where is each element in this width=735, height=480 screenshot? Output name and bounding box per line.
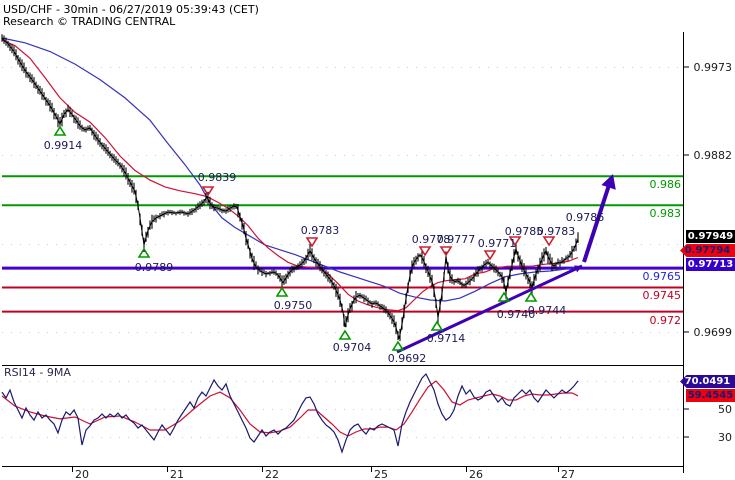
price-badge: 70.0491 — [680, 375, 735, 388]
rsi-panel-title: RSI14 - 9MA — [4, 366, 71, 379]
level-label: 0.9745 — [642, 289, 682, 303]
x-axis-label: 22 — [265, 468, 279, 480]
pivot-marker-down — [542, 236, 556, 247]
pivot-marker-up — [338, 329, 352, 340]
price-annotation: 0.9839 — [197, 171, 237, 184]
price-annotation: 0.9783 — [300, 224, 340, 237]
level-label: 0.986 — [649, 178, 682, 192]
price-annotation: 0.9789 — [134, 261, 174, 274]
pivot-marker-up — [497, 291, 511, 302]
x-axis-label: 25 — [374, 468, 388, 480]
chart-source: Research © TRADING CENTRAL — [3, 15, 176, 28]
price-annotation: 0.9750 — [273, 299, 313, 312]
candlesticks — [1, 34, 579, 341]
price-annotation: 0.9914 — [43, 139, 83, 152]
pivot-marker-down — [439, 246, 453, 257]
price-annotation: 0.9714 — [426, 332, 466, 345]
price-badge: 0.97794 — [680, 244, 735, 257]
rsi-axis-label: 50 — [718, 403, 732, 416]
chart-canvas — [1, 32, 689, 473]
price-annotation: 0.9777 — [436, 233, 476, 246]
price-annotation: 0.9771 — [477, 237, 517, 250]
x-axis-label: 20 — [75, 468, 89, 480]
y-axis-label: 0.9973 — [693, 61, 733, 74]
x-axis-label: 27 — [561, 468, 575, 480]
price-badge: 0.97949 — [686, 230, 735, 243]
x-axis-label: 26 — [469, 468, 483, 480]
pivot-marker-up — [524, 291, 538, 302]
rsi-axis-label: 30 — [718, 431, 732, 444]
y-axis-label: 0.9882 — [693, 148, 733, 162]
ma-slow-line — [1, 37, 579, 302]
price-annotation: 0.9692 — [387, 352, 427, 365]
x-axis-label: 21 — [170, 468, 184, 480]
level-label: 0.972 — [649, 313, 682, 327]
price-line — [1, 37, 579, 339]
y-axis-label: 0.9699 — [693, 325, 733, 339]
pivot-marker-up — [430, 320, 444, 331]
price-badge: 0.97713 — [686, 258, 735, 271]
price-annotation: 0.9783 — [536, 225, 576, 238]
price-badge: 59.4545 — [686, 389, 735, 402]
pivot-marker-up — [137, 247, 151, 258]
pivot-marker-up — [391, 340, 405, 351]
level-label: 0.9765 — [642, 270, 682, 284]
price-annotation: 0.9786 — [565, 211, 605, 224]
rsi-line — [1, 372, 579, 454]
pivot-marker-up — [275, 286, 289, 297]
pivot-marker-down — [483, 250, 497, 261]
price-annotation: 0.9744 — [527, 304, 567, 317]
pivot-marker-up — [53, 125, 67, 136]
trading-central-chart: USD/CHF - 30min - 06/27/2019 05:39:43 (C… — [0, 0, 735, 480]
price-annotation: 0.9704 — [332, 341, 372, 354]
level-label: 0.983 — [649, 207, 682, 221]
